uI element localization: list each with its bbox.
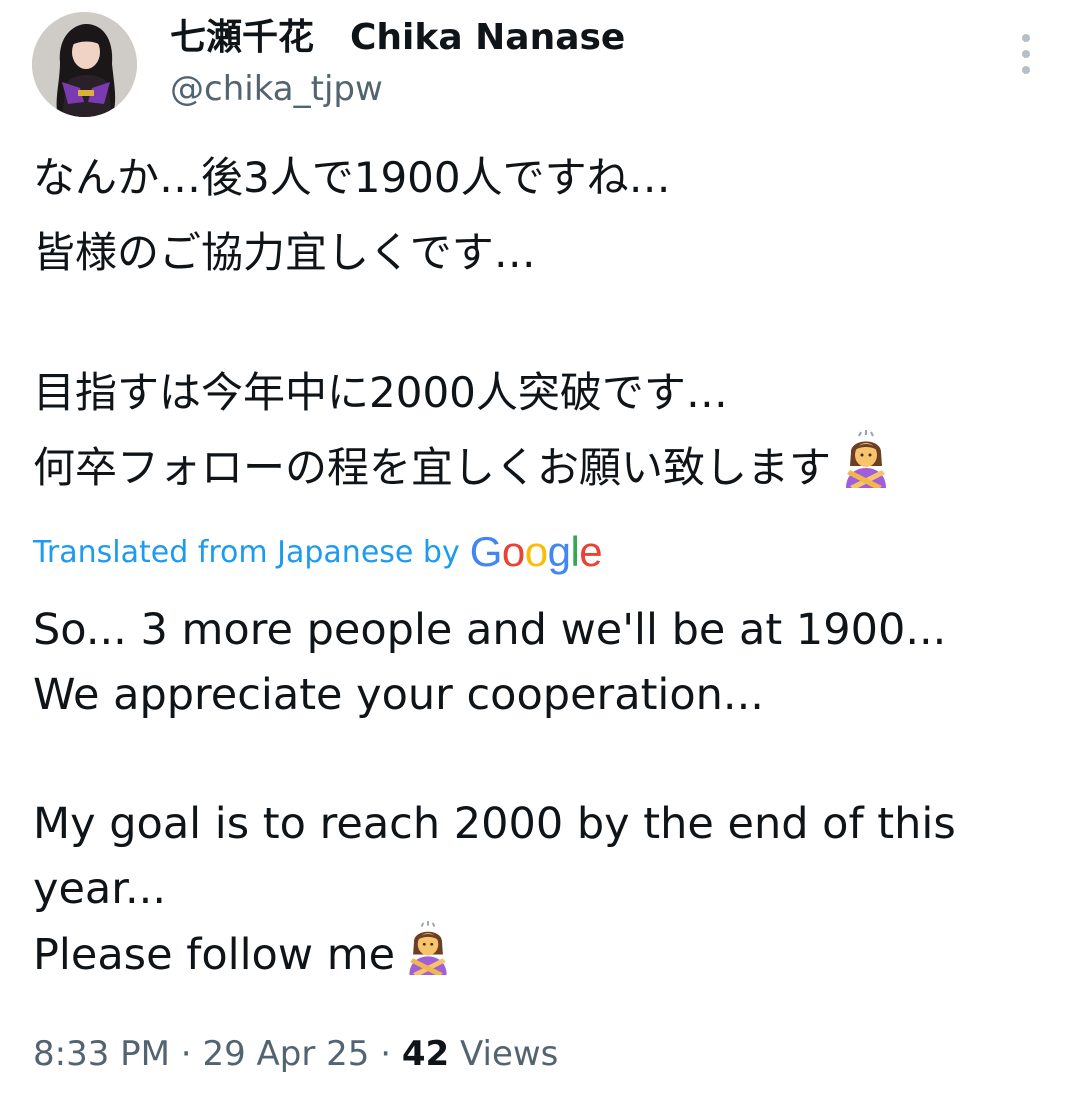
tweet-meta: 8:33 PM · 29 Apr 25 · 42 Views bbox=[33, 1030, 558, 1078]
more-vertical-icon-dot bbox=[1022, 66, 1030, 74]
original-line: 目指すは今年中に2000人突破です… bbox=[33, 368, 728, 417]
original-line-with-emoji: 何卒フォローの程を宜しくお願い致します bbox=[33, 430, 1053, 505]
translated-line-with-emoji: Please follow me bbox=[33, 921, 1053, 986]
tweet: 七瀬千花 Chika Nanase @chika_tjpw なんか…後3人で19… bbox=[0, 0, 1080, 1101]
google-logo: Google bbox=[469, 528, 603, 575]
avatar-image bbox=[32, 12, 137, 117]
more-vertical-icon-dot bbox=[1022, 50, 1030, 58]
more-vertical-icon bbox=[1022, 34, 1030, 42]
original-line: 何卒フォローの程を宜しくお願い致します bbox=[33, 443, 832, 492]
translated-line: So... 3 more people and we'll be at 1900… bbox=[33, 605, 947, 655]
translated-line: year... bbox=[33, 863, 166, 914]
person-gesturing-no-emoji-icon bbox=[401, 921, 455, 994]
display-name[interactable]: 七瀬千花 Chika Nanase bbox=[170, 14, 625, 62]
more-options-button[interactable] bbox=[1006, 30, 1046, 78]
original-line: 皆様のご協力宜しくです… bbox=[33, 228, 536, 277]
tweet-date[interactable]: 29 Apr 25 bbox=[202, 1034, 369, 1074]
meta-separator: · bbox=[170, 1034, 203, 1074]
translated-line: We appreciate your cooperation... bbox=[33, 669, 764, 720]
translated-line: Please follow me bbox=[33, 930, 396, 980]
meta-separator: · bbox=[369, 1034, 402, 1074]
author-block: 七瀬千花 Chika Nanase @chika_tjpw bbox=[170, 14, 625, 112]
avatar[interactable] bbox=[32, 12, 137, 117]
tweet-time[interactable]: 8:33 PM bbox=[33, 1034, 170, 1074]
person-gesturing-no-emoji-icon bbox=[837, 430, 895, 511]
tweet-translated-text: So... 3 more people and we'll be at 1900… bbox=[33, 598, 1053, 986]
translation-notice: Translated from Japanese by Google bbox=[33, 527, 603, 577]
views-label[interactable]: Views bbox=[460, 1034, 558, 1074]
views-count[interactable]: 42 bbox=[402, 1034, 449, 1074]
translated-line: My goal is to reach 2000 by the end of t… bbox=[33, 799, 956, 849]
translated-from-link[interactable]: Translated from Japanese by bbox=[33, 535, 460, 570]
tweet-original-text: なんか…後3人で1900人ですね… 皆様のご協力宜しくです… 目指すは今年中に2… bbox=[33, 140, 1053, 505]
user-handle[interactable]: @chika_tjpw bbox=[170, 66, 625, 112]
original-line: なんか…後3人で1900人ですね… bbox=[33, 153, 671, 202]
